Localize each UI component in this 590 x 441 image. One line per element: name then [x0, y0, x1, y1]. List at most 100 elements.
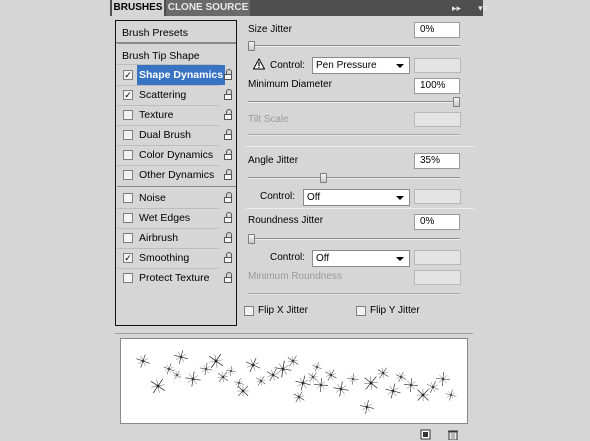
lock-icon[interactable] [223, 212, 234, 224]
size-control-value: Pen Pressure [316, 60, 377, 71]
lock-icon[interactable] [223, 109, 234, 121]
roundness-control-fade-field [414, 250, 461, 265]
minimum-roundness-label: Minimum Roundness [248, 271, 342, 282]
warning-icon [253, 58, 265, 70]
size-control-dropdown[interactable]: Pen Pressure [312, 57, 410, 74]
list-item[interactable]: Other Dynamics [117, 165, 236, 185]
list-item-label: Noise [139, 192, 166, 204]
list-item[interactable]: Color Dynamics [117, 145, 236, 165]
checkbox[interactable] [123, 150, 133, 160]
lock-icon[interactable] [223, 149, 234, 161]
angle-jitter-label: Angle Jitter [248, 155, 299, 166]
lock-icon[interactable] [223, 69, 234, 81]
chevron-down-icon [396, 196, 404, 200]
brush-presets-item[interactable]: Brush Presets [116, 23, 236, 43]
panel-menu-icon[interactable]: ▾≡ [478, 3, 488, 13]
angle-jitter-slider-knob[interactable] [319, 173, 327, 183]
checkbox[interactable] [123, 170, 133, 180]
size-control-fade-field [414, 58, 461, 73]
flip-y-label: Flip Y Jitter [370, 305, 420, 316]
list-item-label: Other Dynamics [139, 169, 215, 181]
list-item[interactable]: ✓ Smoothing [117, 248, 236, 268]
lock-icon[interactable] [223, 129, 234, 141]
list-item-label: Color Dynamics [139, 149, 214, 161]
list-item[interactable]: ✓ Shape Dynamics [117, 65, 236, 85]
tilt-scale-field [414, 112, 461, 127]
checkbox[interactable] [123, 110, 133, 120]
angle-control-fade-field [414, 189, 461, 204]
checkbox[interactable] [123, 233, 133, 243]
checkbox[interactable] [123, 273, 133, 283]
minimum-diameter-slider[interactable] [248, 101, 460, 103]
lock-icon[interactable] [223, 232, 234, 244]
list-item-label: Protect Texture [139, 272, 210, 284]
panel-menu-buttons: ▸▸ ▾≡ [452, 2, 488, 14]
minimum-diameter-label: Minimum Diameter [248, 79, 332, 90]
angle-jitter-slider[interactable] [248, 177, 460, 179]
checkbox[interactable]: ✓ [123, 253, 133, 263]
roundness-control-label: Control: [270, 252, 306, 263]
checkbox[interactable] [123, 130, 133, 140]
roundness-jitter-field[interactable]: 0% [414, 214, 460, 230]
minimum-roundness-slider [248, 293, 460, 295]
lock-icon[interactable] [223, 252, 234, 264]
tilt-scale-slider [248, 134, 460, 136]
list-item[interactable]: Protect Texture [117, 268, 236, 288]
minimum-diameter-slider-knob[interactable] [453, 97, 460, 107]
divider [246, 208, 474, 209]
list-item[interactable]: Texture [117, 105, 236, 125]
size-control-label: Control: [270, 60, 306, 71]
tab-brushes[interactable]: BRUSHES [112, 0, 164, 16]
brush-options-list: Brush Presets Brush Tip Shape ✓ Shape Dyn… [115, 20, 237, 326]
size-jitter-slider[interactable] [248, 45, 460, 47]
angle-jitter-field[interactable]: 35% [414, 153, 460, 169]
checkbox[interactable] [123, 193, 133, 203]
list-item-label: Wet Edges [139, 212, 191, 224]
create-new-preset-icon[interactable] [420, 429, 432, 440]
brush-stroke-preview [120, 338, 468, 424]
trash-icon[interactable] [447, 429, 459, 440]
roundness-jitter-label: Roundness Jitter [248, 215, 324, 226]
list-item-label: Dual Brush [139, 129, 191, 141]
roundness-jitter-slider-knob[interactable] [248, 234, 255, 244]
chevron-down-icon [396, 257, 404, 261]
divider [246, 146, 474, 147]
flip-y-checkbox[interactable] [356, 306, 366, 316]
list-item[interactable]: Wet Edges [117, 208, 236, 228]
list-item-label: Smoothing [139, 252, 190, 264]
flip-x-label: Flip X Jitter [258, 305, 309, 316]
list-item[interactable]: ✓ Scattering [117, 85, 236, 105]
lock-icon[interactable] [223, 192, 234, 204]
checkbox[interactable]: ✓ [123, 90, 133, 100]
lock-icon[interactable] [223, 272, 234, 284]
collapse-icon[interactable]: ▸▸ [452, 3, 461, 13]
checkbox[interactable] [123, 213, 133, 223]
tilt-scale-label: Tilt Scale [248, 114, 289, 125]
lock-icon[interactable] [223, 169, 234, 181]
flip-x-checkbox[interactable] [244, 306, 254, 316]
angle-control-label: Control: [260, 191, 296, 202]
brush-tip-shape-item[interactable]: Brush Tip Shape [116, 46, 236, 66]
size-jitter-slider-knob[interactable] [248, 41, 255, 51]
size-jitter-field[interactable]: 0% [414, 22, 460, 38]
minimum-diameter-field[interactable]: 100% [414, 78, 460, 94]
list-item-label: Scattering [139, 89, 187, 101]
size-jitter-label: Size Jitter [248, 24, 292, 35]
chevron-down-icon [396, 64, 404, 68]
list-item[interactable]: Airbrush [117, 228, 236, 248]
list-item[interactable]: Dual Brush [117, 125, 236, 145]
list-item-label: Texture [139, 109, 174, 121]
roundness-control-value: Off [316, 253, 330, 264]
roundness-jitter-slider[interactable] [248, 238, 460, 240]
list-item-label: Airbrush [139, 232, 179, 244]
tab-clone-source[interactable]: CLONE SOURCE [166, 0, 250, 16]
brush-stroke-image [133, 347, 459, 416]
checkbox[interactable]: ✓ [123, 70, 133, 80]
roundness-control-dropdown[interactable]: Off [312, 250, 410, 267]
minimum-roundness-field [414, 270, 461, 285]
list-item[interactable]: Noise [117, 188, 236, 208]
lock-icon[interactable] [223, 89, 234, 101]
list-item-label: Shape Dynamics [137, 65, 226, 85]
angle-control-dropdown[interactable]: Off [303, 189, 410, 206]
angle-control-value: Off [307, 192, 321, 203]
